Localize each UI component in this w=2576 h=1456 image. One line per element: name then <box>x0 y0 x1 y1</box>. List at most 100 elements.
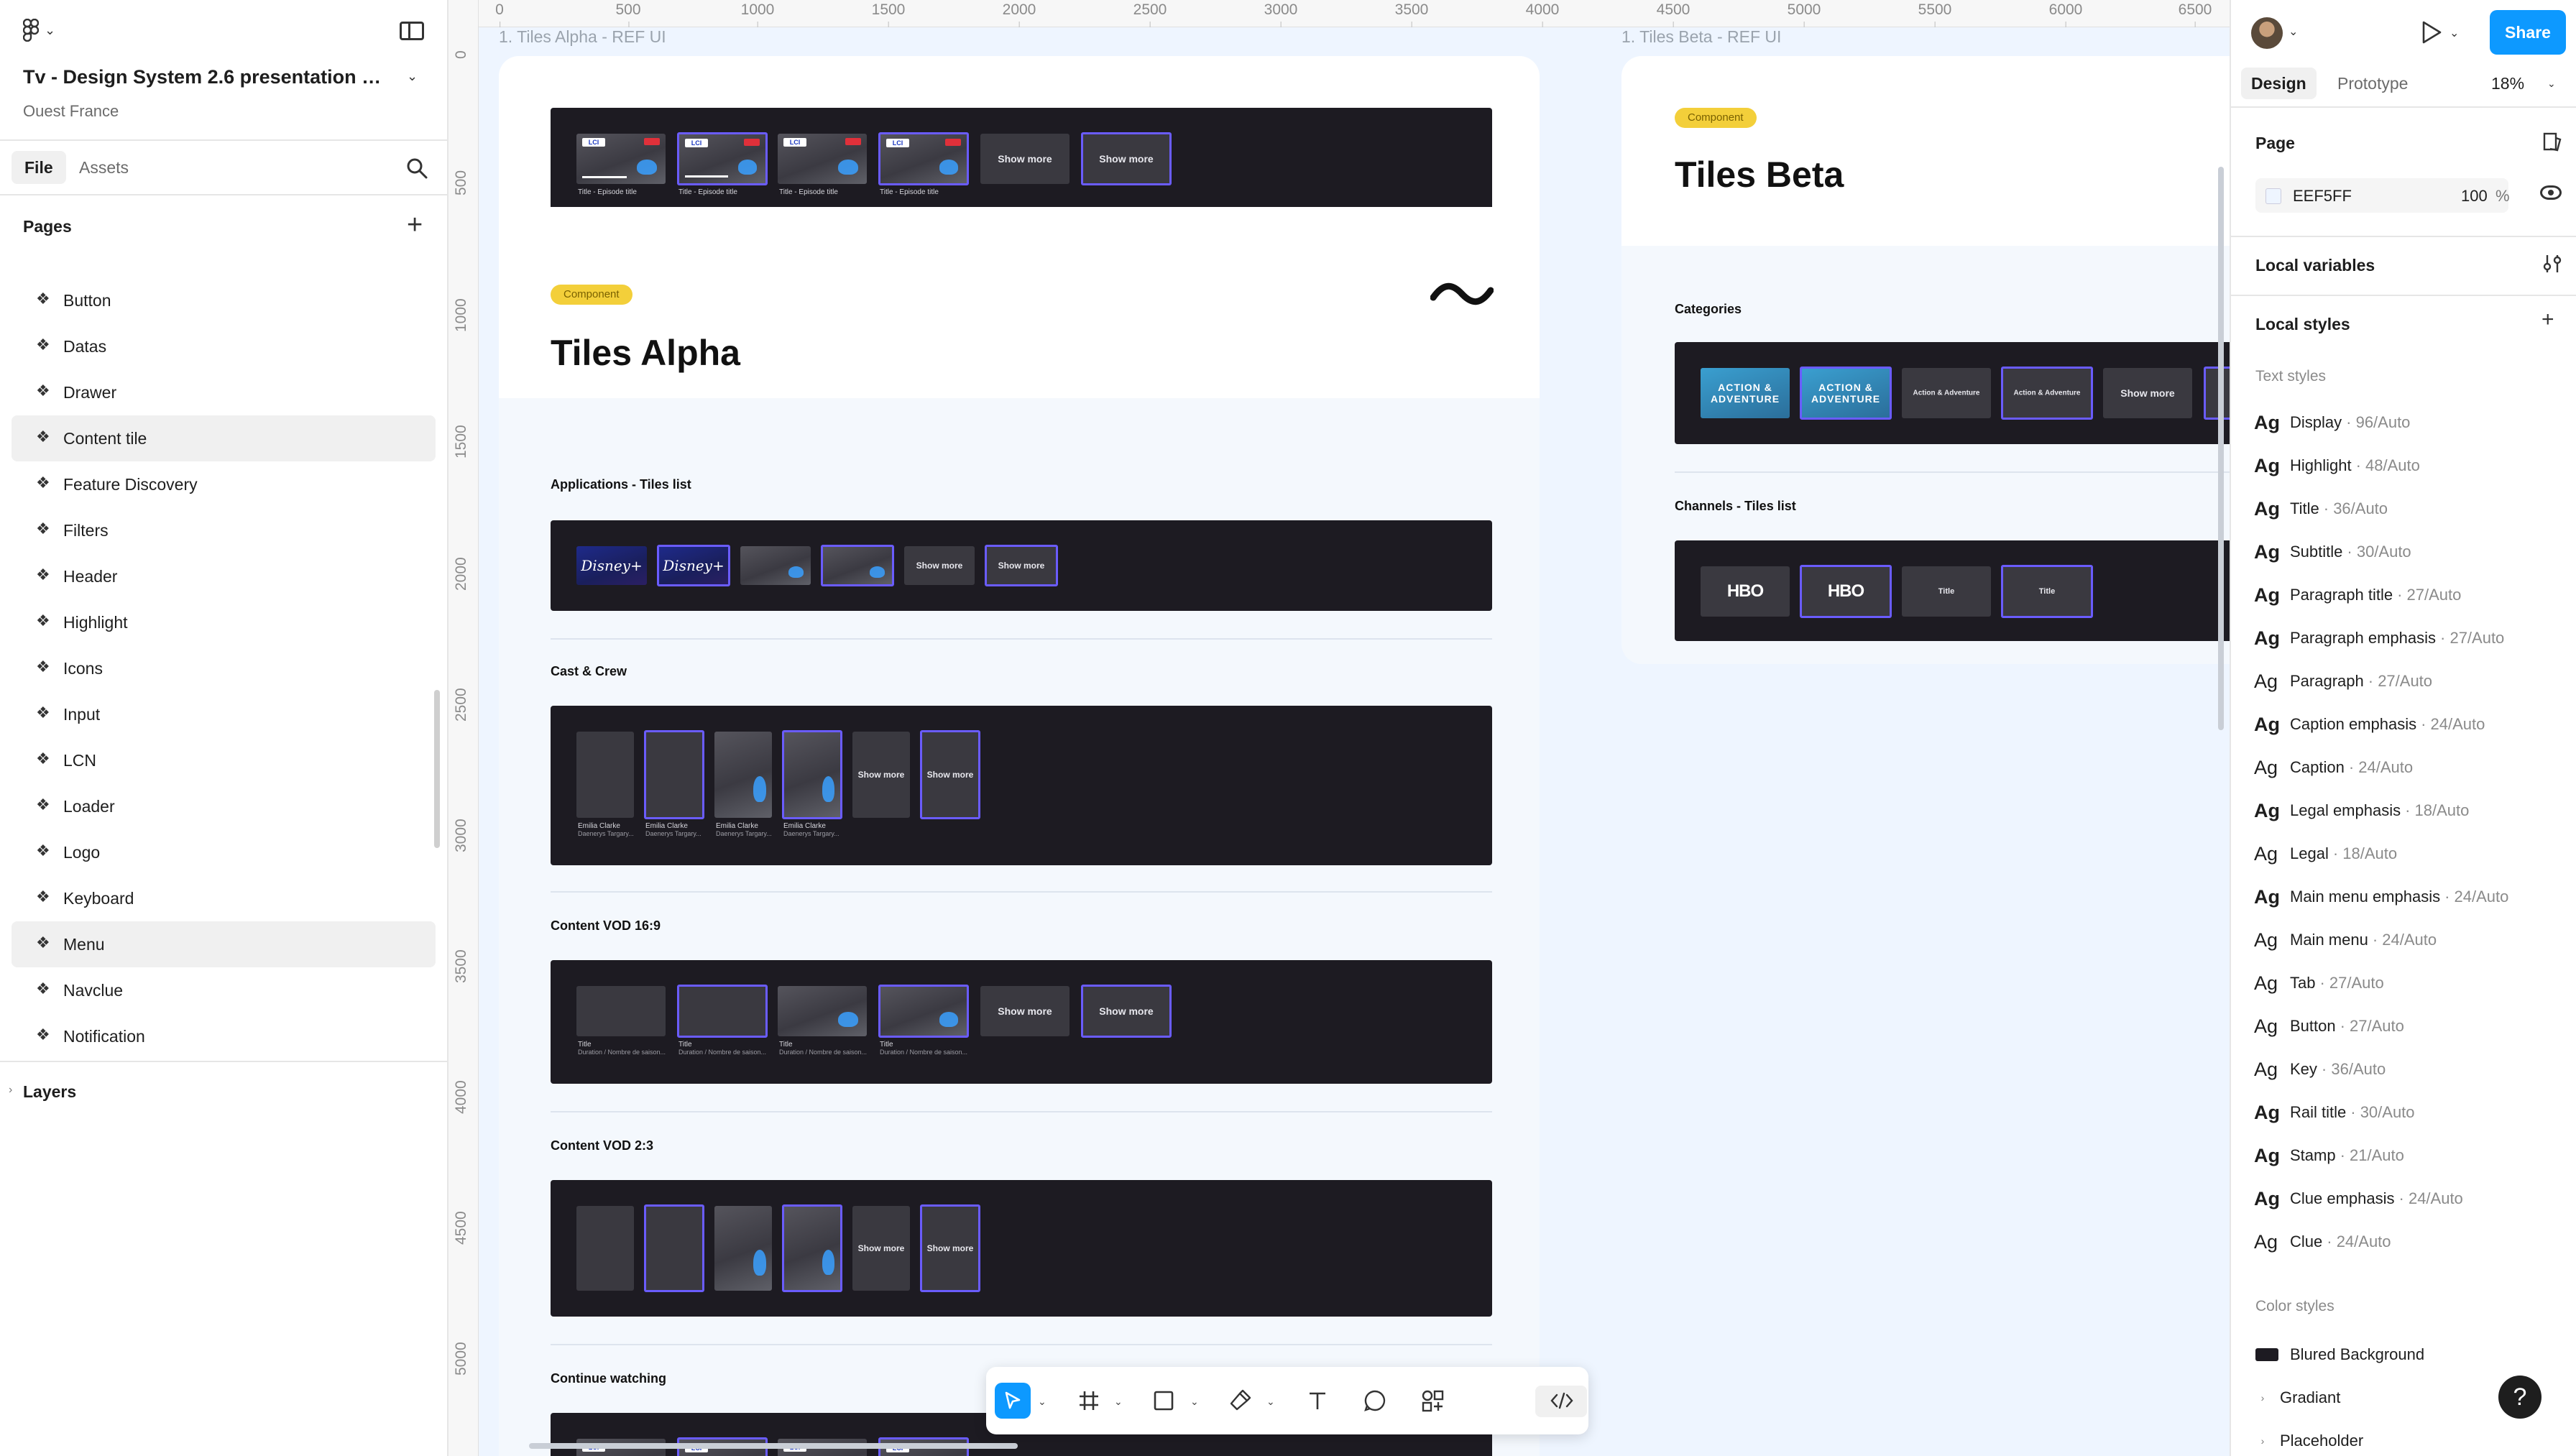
vod-tile-focused[interactable] <box>878 985 969 1038</box>
text-style-item[interactable]: Ag Key · 36/Auto <box>2254 1048 2563 1091</box>
canvas-vertical-scrollbar[interactable] <box>2218 167 2224 730</box>
variables-icon[interactable] <box>2542 253 2563 275</box>
text-style-item[interactable]: Ag Main menu emphasis · 24/Auto <box>2254 875 2563 918</box>
page-item[interactable]: Drawer <box>12 369 436 415</box>
cast-tile[interactable] <box>714 732 772 818</box>
dev-mode-button[interactable] <box>1544 1383 1580 1419</box>
canvas[interactable]: 1. Tiles Alpha - REF UI 1. Tiles Beta - … <box>479 27 2230 1456</box>
vod-tile[interactable] <box>576 1206 634 1291</box>
text-style-item[interactable]: Ag Title · 36/Auto <box>2254 487 2563 530</box>
color-style-group[interactable]: › Placeholder <box>2245 1432 2364 1450</box>
chevron-down-icon[interactable]: ⌄ <box>2288 24 2298 39</box>
page-item[interactable]: Notification <box>12 1013 436 1059</box>
text-style-item[interactable]: Ag Highlight · 48/Auto <box>2254 444 2563 487</box>
app-tile[interactable] <box>740 546 811 585</box>
cast-tile-focused[interactable] <box>644 730 704 819</box>
chevron-down-icon[interactable]: ⌄ <box>407 69 418 84</box>
vod-tile[interactable] <box>714 1206 772 1291</box>
text-style-item[interactable]: Ag Legal emphasis · 18/Auto <box>2254 789 2563 832</box>
avatar[interactable] <box>2251 17 2283 49</box>
page-item[interactable]: LCN <box>12 737 436 783</box>
help-button[interactable]: ? <box>2498 1376 2542 1419</box>
channel-tile[interactable]: Title <box>1902 566 1991 617</box>
page-item[interactable]: Button <box>12 277 436 323</box>
tab-prototype[interactable]: Prototype <box>2337 68 2408 99</box>
pages-scrollbar[interactable] <box>434 690 440 848</box>
tab-assets[interactable]: Assets <box>79 151 129 184</box>
chevron-down-icon[interactable]: ⌄ <box>1190 1396 1199 1408</box>
pen-tool-button[interactable] <box>1222 1383 1258 1419</box>
search-icon[interactable] <box>405 157 428 180</box>
text-style-item[interactable]: Ag Tab · 27/Auto <box>2254 962 2563 1005</box>
chevron-down-icon[interactable]: ⌄ <box>1114 1396 1123 1408</box>
text-style-item[interactable]: Ag Paragraph · 27/Auto <box>2254 660 2563 703</box>
page-item[interactable]: Navclue <box>12 967 436 1013</box>
frame-label[interactable]: 1. Tiles Alpha - REF UI <box>499 27 666 47</box>
show-more-tile-focused[interactable]: Show more <box>1081 132 1172 185</box>
text-style-item[interactable]: Ag Display · 96/Auto <box>2254 401 2563 444</box>
show-more-tile-focused[interactable]: Show more <box>920 730 980 819</box>
show-more-tile[interactable]: Show more <box>852 732 910 818</box>
text-style-item[interactable]: Ag Clue · 24/Auto <box>2254 1220 2563 1263</box>
chevron-down-icon[interactable]: ⌄ <box>1266 1396 1275 1408</box>
tile-focused[interactable]: LCI <box>878 132 969 185</box>
eye-icon[interactable] <box>2540 185 2562 200</box>
applications-tiles-strip[interactable]: Disney+ Disney+ Show more Show more <box>551 520 1492 611</box>
canvas-horizontal-scrollbar[interactable] <box>529 1443 1018 1449</box>
text-style-item[interactable]: Ag Main menu · 24/Auto <box>2254 918 2563 962</box>
text-style-item[interactable]: Ag Rail title · 30/Auto <box>2254 1091 2563 1134</box>
color-style-group[interactable]: › Gradiant <box>2245 1388 2341 1407</box>
add-page-icon[interactable]: + <box>407 211 423 239</box>
tile-focused[interactable]: LCI <box>677 132 768 185</box>
channel-tile-focused[interactable]: HBO <box>1800 565 1892 618</box>
color-style-item[interactable]: Blured Background <box>2255 1345 2424 1364</box>
text-style-item[interactable]: Ag Paragraph title · 27/Auto <box>2254 573 2563 617</box>
sidebar-toggle-icon[interactable] <box>400 22 424 40</box>
channel-tile-focused[interactable]: Title <box>2001 565 2093 618</box>
tiles-alpha-frame[interactable]: LCI LCI LCI LCI Show more Show more Titl… <box>499 56 1540 1456</box>
page-item-hovered[interactable]: Menu <box>12 921 436 967</box>
color-swatch[interactable] <box>2266 188 2281 204</box>
frame-label[interactable]: 1. Tiles Beta - REF UI <box>1622 27 1781 47</box>
vod-tile[interactable] <box>778 986 867 1036</box>
page-item[interactable]: Keyboard <box>12 875 436 921</box>
continue-watching-preview[interactable]: LCI LCI LCI LCI Show more Show more Titl… <box>551 108 1492 207</box>
app-tile[interactable]: Disney+ <box>576 546 647 585</box>
text-style-item[interactable]: Ag Button · 27/Auto <box>2254 1005 2563 1048</box>
chevron-right-icon[interactable]: › <box>2245 1392 2280 1404</box>
channels-strip[interactable]: HBO HBO Title Title <box>1675 540 2230 641</box>
page-color-field[interactable]: EEF5FF 100 % <box>2255 178 2510 213</box>
show-more-tile[interactable]: Show more <box>980 134 1070 184</box>
page-item[interactable]: Feature Discovery <box>12 461 436 507</box>
tiles-beta-frame[interactable]: Component Tiles Beta Categories ACTION &… <box>1622 56 2230 664</box>
show-more-tile-focused[interactable] <box>2204 367 2230 420</box>
page-item[interactable]: Highlight <box>12 599 436 645</box>
category-tile-focused[interactable]: ACTION & ADVENTURE <box>1800 367 1892 420</box>
file-title[interactable]: Tv - Design System 2.6 presentation s... <box>23 66 382 88</box>
frame-tool-button[interactable] <box>1071 1383 1107 1419</box>
page-item[interactable]: Input <box>12 691 436 737</box>
chevron-right-icon[interactable]: › <box>9 1084 12 1097</box>
vod-tile-focused[interactable] <box>677 985 768 1038</box>
category-tile-focused[interactable]: Action & Adventure <box>2001 367 2093 420</box>
library-icon[interactable] <box>2542 131 2563 152</box>
page-item[interactable]: Logo <box>12 829 436 875</box>
category-tile[interactable]: Action & Adventure <box>1902 368 1991 418</box>
show-more-tile[interactable]: Show more <box>980 986 1070 1036</box>
chevron-down-icon[interactable]: ⌄ <box>2547 78 2556 90</box>
cast-tile[interactable] <box>576 732 634 818</box>
local-variables-heading[interactable]: Local variables <box>2255 256 2375 275</box>
page-item-selected[interactable]: Content tile <box>12 415 436 461</box>
text-style-item[interactable]: Ag Caption · 24/Auto <box>2254 746 2563 789</box>
show-more-tile[interactable]: Show more <box>904 546 975 585</box>
page-color-hex[interactable]: EEF5FF <box>2293 187 2352 206</box>
page-item[interactable]: Filters <box>12 507 436 553</box>
category-tile[interactable]: ACTION & ADVENTURE <box>1701 368 1790 418</box>
chevron-right-icon[interactable]: › <box>2245 1435 2280 1447</box>
tile[interactable]: LCI <box>778 134 867 184</box>
show-more-tile-focused[interactable]: Show more <box>985 545 1058 586</box>
text-style-item[interactable]: Ag Paragraph emphasis · 27/Auto <box>2254 617 2563 660</box>
show-more-tile[interactable]: Show more <box>2103 368 2192 418</box>
share-button[interactable]: Share <box>2490 10 2566 55</box>
cast-tile-focused[interactable] <box>782 730 842 819</box>
